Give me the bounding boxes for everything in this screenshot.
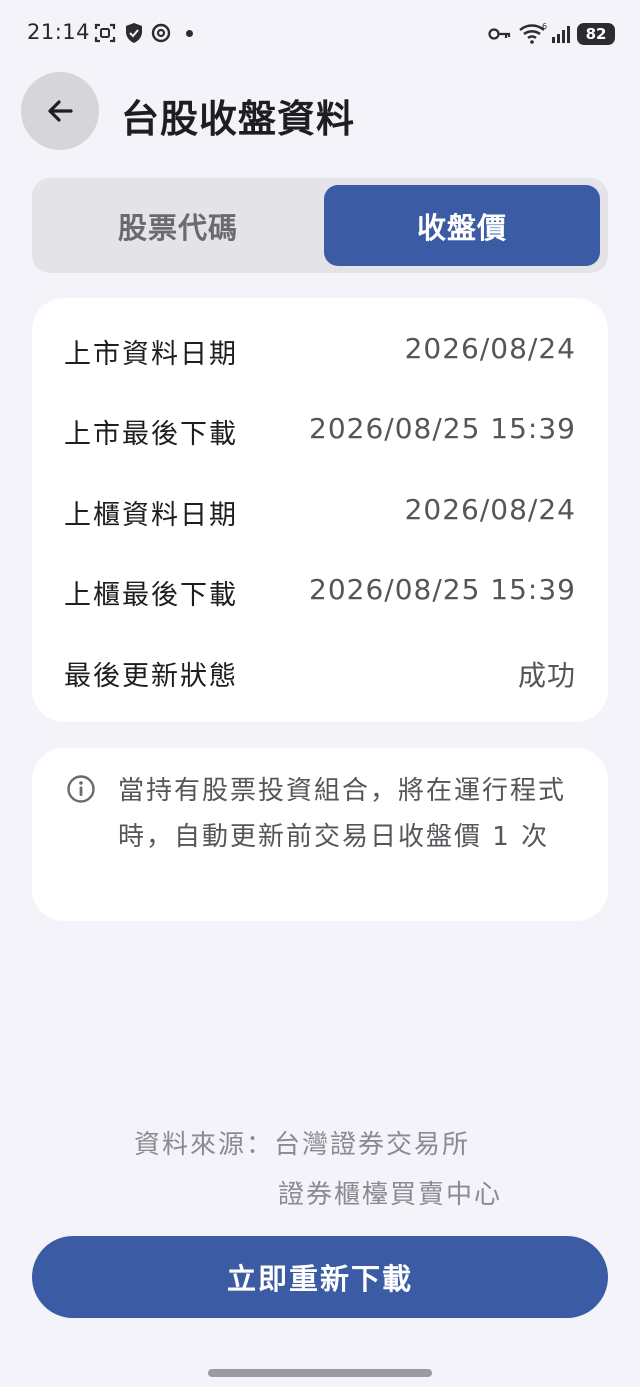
info-card: 上市資料日期 2026/08/24 上市最後下載 2026/08/25 15:3… — [32, 298, 608, 722]
page-title: 台股收盤資料 — [121, 97, 356, 141]
row-value: 2026/08/24 — [404, 493, 576, 526]
data-source-line2: 證券櫃檯買賣中心 — [278, 1180, 503, 1210]
row-value: 2026/08/24 — [404, 332, 576, 365]
row-label: 上櫃最後下載 — [64, 580, 238, 611]
row-label: 上市資料日期 — [64, 339, 238, 370]
back-arrow-icon — [48, 100, 73, 122]
note-text: 當持有股票投資組合，將在運行程式時，自動更新前交易日收盤價 1 次 — [118, 776, 567, 852]
info-row-update-status: 最後更新狀態 成功 — [64, 654, 576, 694]
status-bar: 21:14 6 82 — [0, 0, 640, 68]
shield-icon — [124, 22, 144, 48]
row-value: 2026/08/25 15:39 — [309, 412, 576, 445]
status-value: 成功 — [517, 659, 576, 692]
home-indicator[interactable] — [208, 1369, 432, 1377]
notification-dot — [186, 30, 193, 37]
back-button[interactable] — [21, 72, 99, 150]
note-card: 當持有股票投資組合，將在運行程式時，自動更新前交易日收盤價 1 次 — [32, 748, 608, 921]
status-time: 21:14 — [27, 20, 91, 44]
tab-closing-price[interactable]: 收盤價 — [324, 185, 600, 266]
threads-icon — [151, 22, 171, 48]
wifi-icon: 6 — [518, 22, 548, 48]
tab-stock-code[interactable]: 股票代碼 — [40, 185, 316, 266]
row-label: 最後更新狀態 — [64, 661, 238, 692]
battery-indicator: 82 — [577, 23, 615, 45]
key-icon — [488, 26, 512, 46]
row-label: 上市最後下載 — [64, 419, 238, 450]
screen: 21:14 6 82 台股收盤資料 股票代碼 收盤價 上市資料日期 2026/0… — [0, 0, 640, 1387]
info-row-otc-last-download: 上櫃最後下載 2026/08/25 15:39 — [64, 573, 576, 613]
info-row-otc-date: 上櫃資料日期 2026/08/24 — [64, 493, 576, 533]
signal-icon — [551, 24, 573, 48]
data-source-line1: 資料來源：台灣證券交易所 — [134, 1130, 471, 1160]
info-icon — [66, 774, 96, 808]
info-row-listed-last-download: 上市最後下載 2026/08/25 15:39 — [64, 412, 576, 452]
screenshot-icon — [94, 22, 116, 48]
info-row-listed-date: 上市資料日期 2026/08/24 — [64, 332, 576, 372]
svg-text:6: 6 — [542, 22, 547, 31]
segmented-control: 股票代碼 收盤價 — [32, 178, 608, 273]
row-value: 2026/08/25 15:39 — [309, 573, 576, 606]
row-label: 上櫃資料日期 — [64, 500, 238, 531]
reload-now-button[interactable]: 立即重新下載 — [32, 1236, 608, 1318]
